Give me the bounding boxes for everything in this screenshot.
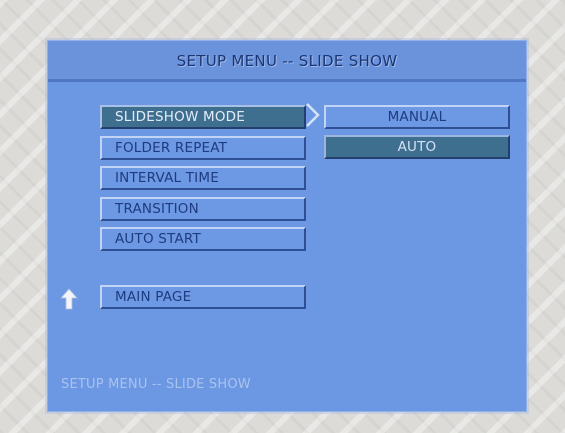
option-manual[interactable]: MANUAL <box>324 105 510 129</box>
menu-item-slideshow-mode[interactable]: SLIDESHOW MODE <box>100 105 306 129</box>
option-auto[interactable]: AUTO <box>324 135 510 159</box>
menu-item-transition[interactable]: TRANSITION <box>100 197 306 221</box>
submenu-chevron-icon <box>306 103 320 127</box>
title-bar: SETUP MENU -- SLIDE SHOW <box>48 41 526 82</box>
menu-item-auto-start[interactable]: AUTO START <box>100 227 306 251</box>
menu-item-folder-repeat[interactable]: FOLDER REPEAT <box>100 136 306 160</box>
page-title: SETUP MENU -- SLIDE SHOW <box>176 52 398 70</box>
osd-menu-screen: SETUP MENU -- SLIDE SHOW SLIDESHOW MODE … <box>47 40 527 412</box>
up-arrow-icon <box>60 288 78 310</box>
menu-item-interval-time[interactable]: INTERVAL TIME <box>100 166 306 190</box>
main-page-button[interactable]: MAIN PAGE <box>100 285 306 309</box>
status-footer: SETUP MENU -- SLIDE SHOW <box>61 377 251 392</box>
